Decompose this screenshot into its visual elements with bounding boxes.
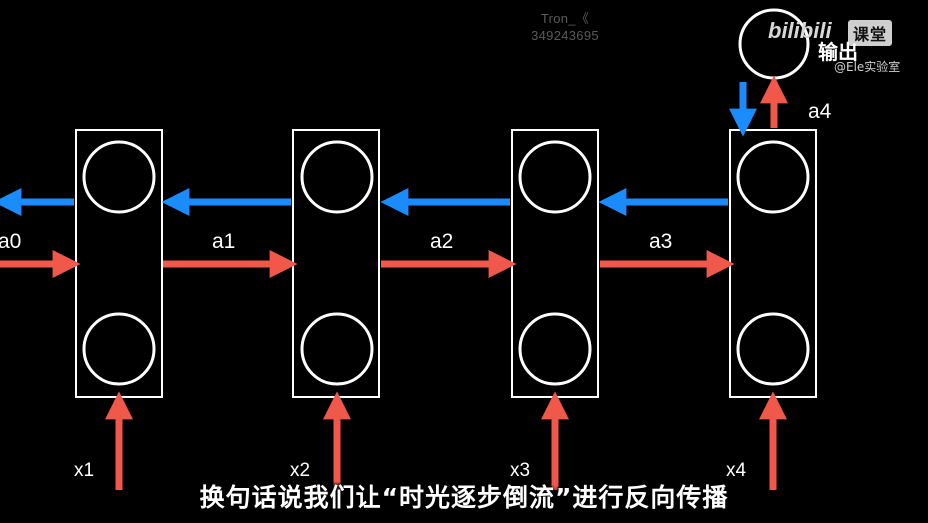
input-node — [736, 312, 810, 386]
rnn-cell-4 — [729, 129, 817, 398]
label-a4: a4 — [808, 100, 832, 123]
watermark-name: Tron_《 — [540, 11, 590, 26]
label-a1: a1 — [212, 230, 235, 253]
label-a2: a2 — [430, 230, 453, 253]
hidden-node — [736, 140, 810, 214]
hidden-node — [300, 140, 374, 214]
rnn-cell-3 — [511, 129, 599, 398]
cell-box — [729, 129, 817, 398]
rnn-cell-2 — [292, 129, 380, 398]
label-a0: a0 — [0, 230, 21, 253]
uploader-watermark: Tron_《 349243695 — [510, 10, 620, 44]
watermark-id: 349243695 — [531, 28, 599, 43]
output-label: 输出 — [818, 40, 858, 64]
label-a3: a3 — [649, 230, 672, 253]
input-node — [82, 312, 156, 386]
input-node — [518, 312, 592, 386]
cell-box — [292, 129, 380, 398]
hidden-node — [518, 140, 592, 214]
rnn-cell-1 — [75, 129, 163, 398]
cell-box — [511, 129, 599, 398]
cell-box — [75, 129, 163, 398]
rnn-backprop-diagram: a0 a1 a2 a3 a4 x1 x2 x3 x4 — [0, 8, 832, 490]
input-node — [300, 312, 374, 386]
hidden-node — [82, 140, 156, 214]
video-subtitle: 换句话说我们让“时光逐步倒流”进行反向传播 — [199, 483, 729, 512]
